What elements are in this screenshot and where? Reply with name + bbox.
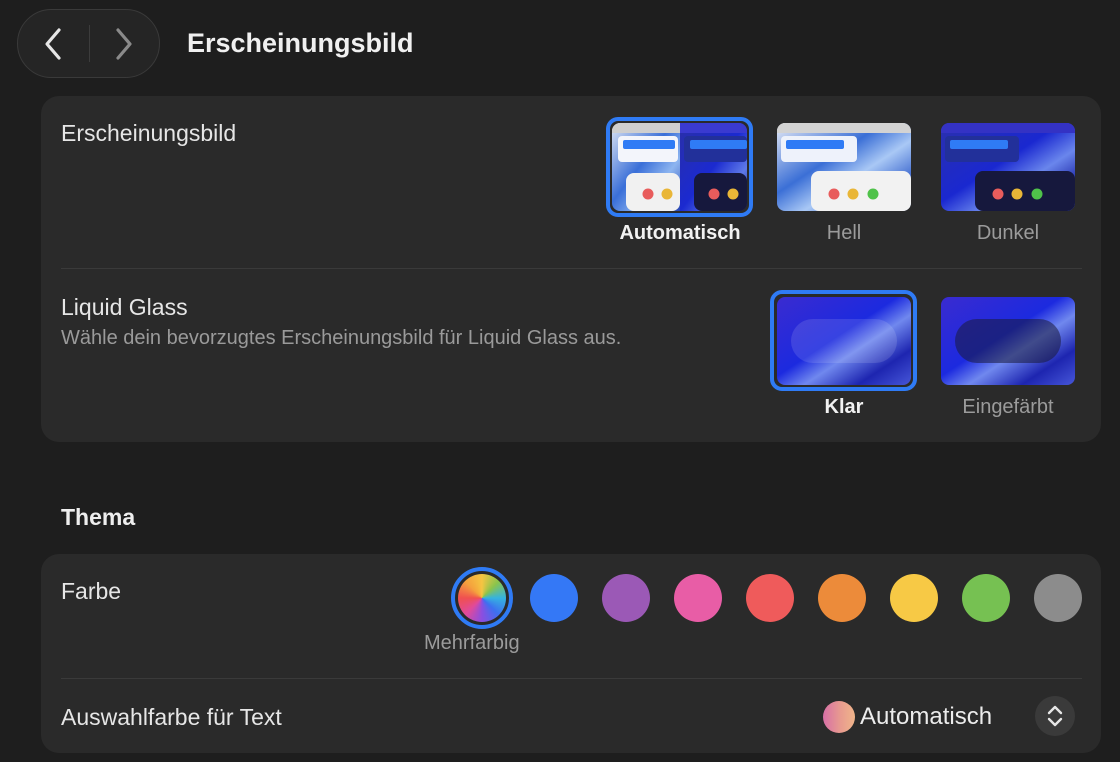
liquid-glass-option-clear[interactable] [777, 297, 911, 385]
color-red-swatch[interactable] [746, 574, 794, 622]
back-button[interactable] [18, 10, 88, 77]
dark-preview-icon [941, 123, 1075, 211]
appearance-option-label: Automatisch [619, 222, 741, 244]
color-yellow-swatch[interactable] [890, 574, 938, 622]
color-graphite-swatch[interactable] [1034, 574, 1082, 622]
color-pink-swatch[interactable] [674, 574, 722, 622]
liquid-glass-option-label: Klar [824, 396, 864, 418]
liquid-glass-option-label: Eingefärbt [962, 396, 1054, 418]
color-purple-swatch[interactable] [602, 574, 650, 622]
appearance-option-label: Hell [826, 222, 862, 244]
tinted-glass-preview-icon [941, 297, 1075, 385]
appearance-label: Erscheinungsbild [61, 120, 237, 146]
row-divider [61, 678, 1082, 679]
row-divider [61, 268, 1082, 269]
color-green-swatch[interactable] [962, 574, 1010, 622]
highlight-color-dot-icon [823, 701, 855, 733]
highlight-color-popup-button[interactable] [1035, 696, 1075, 736]
color-orange-swatch[interactable] [818, 574, 866, 622]
appearance-option-dark[interactable] [941, 123, 1075, 211]
appearance-option-light[interactable] [777, 123, 911, 211]
light-preview-icon [777, 123, 911, 211]
highlight-color-label: Auswahlfarbe für Text [61, 704, 282, 730]
chevron-left-icon [45, 27, 61, 60]
theme-section-title: Thema [61, 504, 136, 530]
appearance-option-label: Dunkel [976, 222, 1040, 244]
clear-glass-preview-icon [777, 297, 911, 385]
selected-color-label: Mehrfarbig [424, 632, 520, 654]
appearance-option-automatic[interactable] [612, 123, 747, 211]
color-blue-swatch[interactable] [530, 574, 578, 622]
navigation-pill [17, 9, 160, 78]
liquid-glass-option-tinted[interactable] [941, 297, 1075, 385]
liquid-glass-label: Liquid Glass [61, 294, 188, 320]
toolbar: Erscheinungsbild [0, 0, 1120, 92]
up-down-chevron-icon [1047, 705, 1063, 727]
automatic-preview-icon [612, 123, 747, 211]
page-title: Erscheinungsbild [187, 28, 414, 58]
color-multicolor-swatch[interactable] [458, 574, 506, 622]
color-label: Farbe [61, 578, 122, 604]
highlight-color-value[interactable]: Automatisch [860, 703, 992, 731]
chevron-right-icon [116, 27, 132, 60]
liquid-glass-description: Wähle dein bevorzugtes Erscheinungsbild … [61, 327, 622, 349]
forward-button[interactable] [89, 10, 159, 77]
